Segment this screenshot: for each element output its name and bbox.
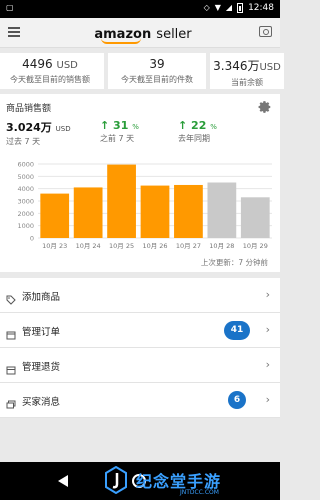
metric-total-number: 3.024万 <box>6 121 52 134</box>
bar <box>40 193 70 238</box>
list-item-label: 管理订单 <box>22 327 61 338</box>
list-item-manage-orders[interactable]: 管理订单 41 › <box>0 313 280 348</box>
chevron-right-icon: › <box>265 288 270 301</box>
amazon-seller-logo: amazon seller <box>93 23 193 44</box>
tag-icon <box>6 290 16 305</box>
stat-label: 当前余额 <box>231 78 263 87</box>
sales-title: 商品销售额 <box>6 104 52 114</box>
sales-card: 商品销售额 3.024万 USD 过去 7 天 ↑ 31 % 之前 7 天 ↑ … <box>0 94 280 272</box>
list-item-label: 添加商品 <box>22 292 61 303</box>
metric-change-prev-sub: 之前 7 天 <box>100 134 135 143</box>
last-updated: 上次更新：7 分钟前 <box>200 258 268 267</box>
stat-value: 4496 USD <box>0 57 104 71</box>
watermark-logo <box>105 466 127 494</box>
x-tick-label: 10月 25 <box>109 242 134 250</box>
metric-change-prev-unit: % <box>132 123 139 131</box>
bar <box>174 184 203 238</box>
status-left: ▢ <box>6 3 14 13</box>
metric-total-unit: USD <box>55 125 71 133</box>
metric-change-yoy-unit: % <box>210 123 217 131</box>
list-item-label: 买家消息 <box>22 397 61 408</box>
list-item-buyer-messages[interactable]: 买家消息 6 › <box>0 383 280 418</box>
logo-smile <box>101 38 141 44</box>
x-tick-label: 10月 23 <box>42 242 67 250</box>
wifi-icon: ▼ <box>214 3 221 12</box>
notification-icon: ▢ <box>6 3 14 12</box>
watermark: 纪念堂手游 JNTDCC.COM <box>100 464 280 498</box>
metric-change-yoy-value: ↑ 22 % <box>178 119 217 132</box>
stat-card-units[interactable]: 39 今天截至目前的件数 <box>108 53 206 89</box>
action-list: 添加商品 › 管理订单 41 › 管理退货 › 买家消息 6 › <box>0 278 280 418</box>
status-time: 12:48 <box>248 3 274 13</box>
stat-value: 39 <box>108 57 206 71</box>
y-tick-label: 1000 <box>17 222 34 230</box>
stat-unit: USD <box>259 62 281 73</box>
metric-total-value: 3.024万 USD <box>6 119 71 135</box>
stats-row: 4496 USD 今天截至目前的销售额 39 今天截至目前的件数 3.346万U… <box>0 49 284 91</box>
x-tick-label: 10月 27 <box>176 242 201 250</box>
stat-unit: USD <box>56 60 78 71</box>
y-tick-label: 0 <box>30 235 34 243</box>
metric-change-prev-number: ↑ 31 <box>100 119 129 132</box>
camera-icon[interactable] <box>259 26 272 37</box>
y-tick-label: 2000 <box>17 210 34 218</box>
stat-card-sales[interactable]: 4496 USD 今天截至目前的销售额 <box>0 53 104 89</box>
signal-icon: ◢ <box>225 3 233 12</box>
x-tick-label: 10月 24 <box>76 242 101 250</box>
metric-change-yoy: ↑ 22 % 去年同期 <box>178 119 217 144</box>
stat-label: 今天截至目前的件数 <box>121 75 193 84</box>
metric-change-yoy-sub: 去年同期 <box>178 134 210 143</box>
menu-icon[interactable] <box>8 27 20 37</box>
metric-change-prev-value: ↑ 31 % <box>100 119 139 132</box>
vibrate-icon: ◇ <box>203 3 210 12</box>
metric-change-yoy-number: ↑ 22 <box>178 119 207 132</box>
bar <box>207 182 237 238</box>
metric-change-prev: ↑ 31 % 之前 7 天 <box>100 119 139 144</box>
gear-icon[interactable] <box>258 100 272 114</box>
battery-icon <box>237 3 244 13</box>
watermark-url: JNTDCC.COM <box>180 489 219 496</box>
calendar-icon <box>6 325 16 340</box>
box-icon <box>6 360 16 375</box>
y-tick-label: 6000 <box>17 161 34 169</box>
chevron-right-icon: › <box>265 393 270 406</box>
x-tick-label: 10月 26 <box>142 242 167 250</box>
stat-number: 3.346万 <box>213 59 260 73</box>
chevron-right-icon: › <box>265 358 270 371</box>
app-bar: amazon seller <box>0 18 280 48</box>
list-item-manage-returns[interactable]: 管理退货 › <box>0 348 280 383</box>
chevron-right-icon: › <box>265 323 270 336</box>
bar <box>107 164 136 238</box>
x-tick-label: 10月 28 <box>209 242 234 250</box>
status-right: ◇ ▼ ◢ 12:48 <box>204 3 274 13</box>
y-tick-label: 3000 <box>17 198 34 206</box>
count-badge: 6 <box>228 391 246 409</box>
stat-card-balance[interactable]: 3.346万USD 当前余额 <box>210 53 284 89</box>
y-tick-label: 4000 <box>17 185 34 193</box>
metric-total-sub: 过去 7 天 <box>6 137 41 146</box>
stat-label: 今天截至目前的销售额 <box>10 75 90 84</box>
back-icon[interactable] <box>58 475 68 487</box>
bar <box>240 197 270 238</box>
x-tick-label: 10月 29 <box>243 242 268 250</box>
status-bar: ▢ ◇ ▼ ◢ 12:48 <box>0 0 280 18</box>
bar <box>140 185 170 238</box>
sales-chart: 0 1000 2000 3000 4000 5000 6000 10月 23 10月 24 10月… <box>17 161 272 250</box>
nav-bar: 纪念堂手游 JNTDCC.COM <box>0 462 280 500</box>
message-icon <box>6 395 16 409</box>
stat-number: 39 <box>149 57 165 71</box>
stat-number: 4496 <box>22 57 53 71</box>
list-item-add-product[interactable]: 添加商品 › <box>0 278 280 313</box>
list-item-label: 管理退货 <box>22 362 61 373</box>
metric-total: 3.024万 USD 过去 7 天 <box>6 119 71 147</box>
stat-value: 3.346万USD <box>210 57 284 74</box>
logo-word-seller: seller <box>156 27 192 42</box>
count-badge: 41 <box>224 321 250 340</box>
y-tick-label: 5000 <box>17 173 34 181</box>
bar <box>73 187 103 238</box>
